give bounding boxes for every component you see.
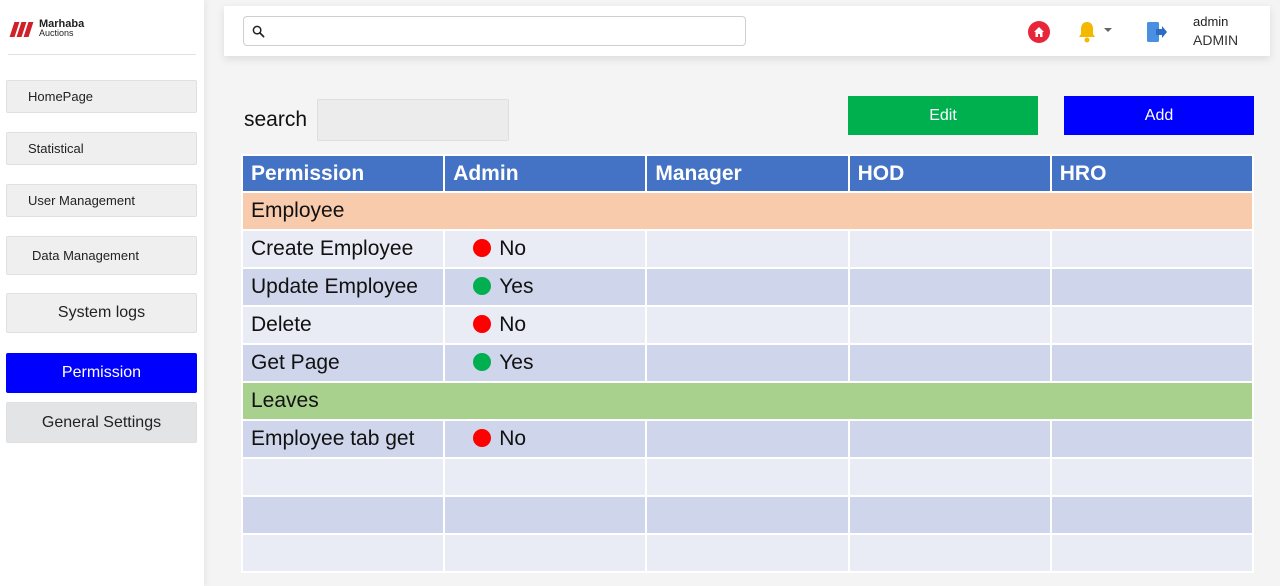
user-role: ADMIN	[1193, 32, 1239, 48]
logout-icon[interactable]	[1144, 20, 1168, 44]
hro-cell[interactable]	[1049, 267, 1255, 307]
edit-button[interactable]: Edit	[848, 96, 1038, 135]
permission-name: Create Employee	[240, 229, 446, 269]
sidebar-item-statistical[interactable]: Statistical	[6, 132, 197, 165]
group-label: Employee	[241, 191, 1254, 231]
hro-cell[interactable]	[1049, 343, 1255, 383]
permission-name: Update Employee	[240, 267, 446, 307]
divider	[8, 54, 196, 55]
admin-status-cell[interactable]: Yes	[443, 343, 648, 383]
search-label: search	[244, 108, 308, 131]
admin-status-cell[interactable]: No	[443, 305, 648, 345]
sidebar-item-general-settings[interactable]: General Settings	[6, 402, 197, 443]
admin-status: No	[499, 313, 527, 336]
permission-search-input[interactable]	[318, 100, 508, 140]
table-row[interactable]: Delete No	[240, 305, 1255, 345]
sidebar-item-label: HomePage	[28, 89, 94, 104]
global-search[interactable]	[243, 16, 746, 46]
table-row	[240, 533, 1255, 573]
sidebar-item-homepage[interactable]: HomePage	[6, 80, 197, 113]
logo-mark-icon	[9, 20, 36, 38]
hod-cell[interactable]	[847, 305, 1052, 345]
sidebar-item-label: User Management	[28, 193, 135, 208]
manager-cell[interactable]	[645, 305, 850, 345]
permission-name: Employee tab get	[240, 419, 446, 459]
sidebar-item-label: System logs	[57, 304, 146, 321]
sidebar: Marhaba Auctions HomePage Statistical Us…	[0, 0, 204, 586]
status-yes-icon	[473, 277, 492, 295]
sidebar-item-data-management[interactable]: Data Management	[6, 236, 197, 275]
hod-cell[interactable]	[847, 419, 1052, 459]
admin-status-cell[interactable]: No	[443, 419, 648, 459]
admin-status-cell[interactable]: Yes	[443, 267, 648, 307]
table-row[interactable]: Create Employee No	[240, 229, 1255, 269]
chevron-down-icon[interactable]	[1104, 28, 1112, 32]
manager-cell[interactable]	[645, 229, 850, 269]
brand-subname: Auctions	[39, 28, 74, 38]
hro-cell[interactable]	[1049, 419, 1255, 459]
sidebar-item-system-logs[interactable]: System logs	[6, 293, 197, 333]
sidebar-item-label: Permission	[61, 364, 142, 381]
permission-name: Get Page	[240, 343, 446, 383]
search-input[interactable]	[272, 21, 732, 41]
table-row	[240, 495, 1255, 535]
manager-cell[interactable]	[645, 419, 850, 459]
bell-icon[interactable]	[1076, 20, 1098, 44]
admin-status: Yes	[499, 275, 534, 298]
permission-search-field[interactable]	[317, 99, 509, 141]
home-icon[interactable]	[1028, 21, 1050, 43]
hro-cell[interactable]	[1049, 305, 1255, 345]
sidebar-item-label: Statistical	[28, 141, 84, 156]
table-row	[240, 457, 1255, 497]
hod-cell[interactable]	[847, 229, 1052, 269]
table-row[interactable]: Get Page Yes	[240, 343, 1255, 383]
manager-cell[interactable]	[645, 343, 850, 383]
group-row-employee: Employee	[241, 191, 1254, 231]
status-no-icon	[473, 315, 492, 333]
column-header-hro: HRO	[1049, 154, 1255, 193]
group-row-leaves: Leaves	[241, 381, 1254, 421]
table-header-row: Permission Admin Manager HOD HRO	[240, 154, 1255, 193]
sidebar-item-permission[interactable]: Permission	[6, 353, 197, 393]
table-row[interactable]: Employee tab get No	[240, 419, 1255, 459]
manager-cell[interactable]	[645, 267, 850, 307]
sidebar-item-label: Data Management	[32, 248, 139, 263]
hod-cell[interactable]	[847, 267, 1052, 307]
user-name: admin	[1193, 14, 1229, 29]
column-header-permission: Permission	[240, 154, 446, 193]
admin-status-cell[interactable]: No	[443, 229, 648, 269]
table-row[interactable]: Update Employee Yes	[240, 267, 1255, 307]
column-header-manager: Manager	[645, 154, 850, 193]
search-icon	[252, 25, 265, 38]
sidebar-item-label: General Settings	[41, 413, 162, 431]
permission-name: Delete	[240, 305, 446, 345]
add-button[interactable]: Add	[1064, 96, 1254, 135]
status-no-icon	[473, 429, 492, 447]
hro-cell[interactable]	[1049, 229, 1255, 269]
status-yes-icon	[473, 353, 492, 371]
permission-table: Permission Admin Manager HOD HRO Employe…	[240, 154, 1255, 573]
top-bar: admin ADMIN	[224, 6, 1270, 56]
sidebar-item-user-management[interactable]: User Management	[6, 184, 197, 217]
hod-cell[interactable]	[847, 343, 1052, 383]
status-no-icon	[473, 239, 492, 257]
column-header-admin: Admin	[443, 154, 648, 193]
admin-status: No	[499, 237, 527, 260]
group-label: Leaves	[241, 381, 1254, 421]
admin-status: Yes	[499, 351, 534, 374]
column-header-hod: HOD	[847, 154, 1052, 193]
admin-status: No	[499, 427, 527, 450]
brand-logo[interactable]: Marhaba Auctions	[9, 19, 84, 38]
